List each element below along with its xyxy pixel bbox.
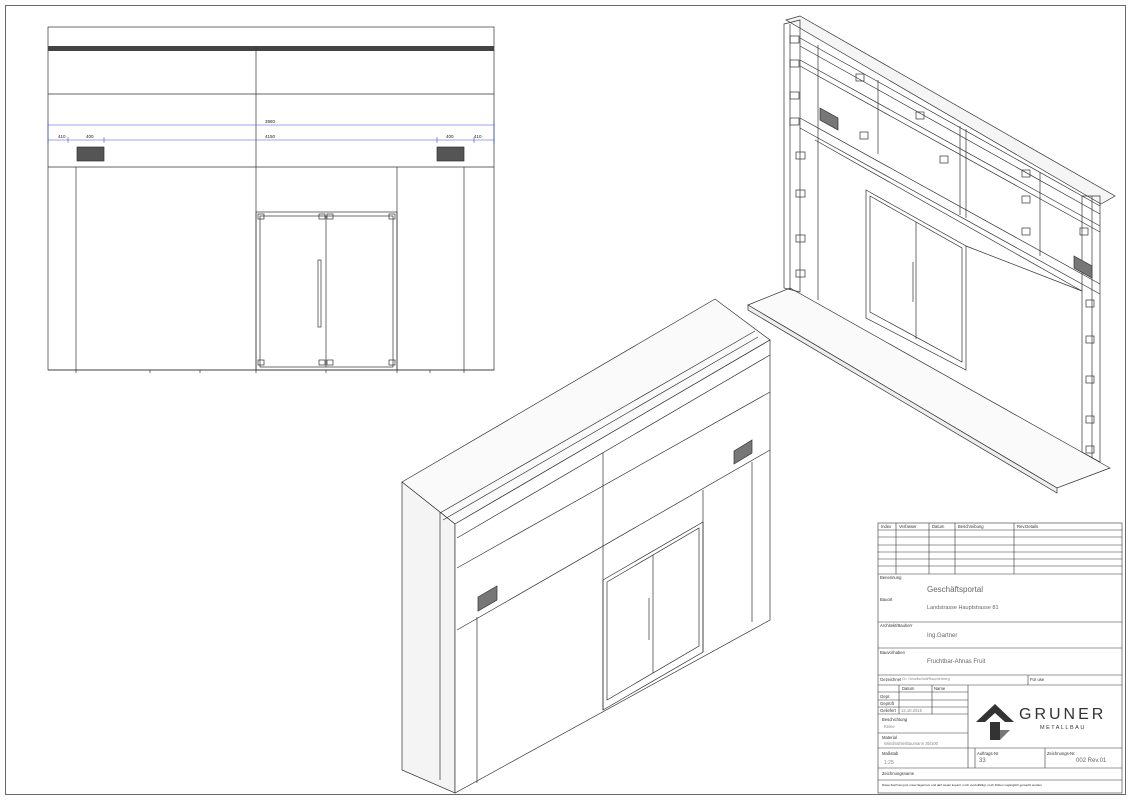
rev-header-date: Datum (932, 524, 945, 529)
zeichnungsname-label: Zeichnungsname (882, 771, 915, 776)
door-handle (317, 259, 322, 328)
title-block: Index Verfasser Datum Beschreibung Rev.D… (878, 523, 1122, 793)
zeichnung-value: 002 Rev.01 (1076, 758, 1107, 764)
datum-header: Datum (902, 686, 915, 691)
row-label-3: Geliefert (880, 708, 896, 713)
dim-right-b: 400 (446, 134, 454, 139)
material-label: Material (882, 735, 897, 740)
vent-grille-left (76, 146, 105, 162)
architekt-label: Architekt/Bauherr (880, 623, 913, 628)
isometric-back-view (747, 15, 1116, 494)
footer-note: Diese Zeichnung ist unser Eigentum und d… (882, 783, 1042, 787)
isometric-front-view (401, 298, 771, 794)
fuer-label: Für use (1030, 677, 1045, 682)
beschichtung-label: Beschichtung (882, 717, 908, 722)
front-elevation (47, 26, 495, 373)
drawing-sheet: 3980 410 400 4150 400 410 Index Verfasse… (0, 0, 1131, 800)
architekt-value: Ing.Gartner (927, 633, 958, 639)
logo-text: GRUNER (1019, 706, 1107, 723)
dim-left-a: 410 (58, 134, 66, 139)
back-vent-left (819, 107, 839, 131)
dimension-lines (47, 121, 495, 144)
zeichnung-label: Zeichnungs-Nr. (1047, 751, 1076, 756)
gezeichnet-value: Ch. Gesellschaft/Rauchenberg (902, 677, 950, 681)
rev-header-description: Beschreibung (958, 524, 984, 529)
rev-header-author: Verfasser (899, 524, 917, 529)
dim-left-b: 400 (86, 134, 94, 139)
elevation-door-frame (255, 211, 398, 371)
beschichtung-value: Keine (884, 724, 895, 729)
massstab-value: 1:25 (884, 760, 894, 766)
elevation-outline (47, 26, 495, 371)
name-header: Name (934, 686, 946, 691)
elevation-top-band (48, 46, 494, 51)
elevation-door-leaves (259, 215, 394, 368)
row-label-2: Geprüft (880, 701, 894, 706)
row-label-1: Gepr. (880, 694, 891, 699)
gezeichnet-label: Gezeichnet (880, 677, 902, 682)
logo-subtext: METALLBAU (1040, 725, 1086, 731)
rev-header-details: Rev.Details (1017, 524, 1039, 529)
auftrag-label: Auftrags-Nr (977, 751, 999, 756)
benennung-label: Benennung (880, 575, 902, 580)
dim-right-a: 410 (474, 134, 482, 139)
row-date: 12.10.2015 (901, 708, 922, 713)
rev-header-index: Index (881, 524, 892, 529)
bauort-value: Landstrasse Hauptstrasse 81 (927, 605, 999, 611)
auftrag-value: 33 (979, 758, 986, 764)
benennung-value: Geschäftsportal (927, 585, 984, 594)
bauvorhaben-value: Fruchtbar-Ahnas Fruit (927, 659, 986, 665)
bauort-label: Bauort (880, 597, 893, 602)
bauvorhaben-label: Bauvorhaben (880, 650, 905, 655)
dim-middle: 4150 (265, 134, 276, 139)
material-value: Windmühle/Baumann 35/100 (884, 741, 939, 746)
massstab-label: Maßstab (882, 751, 899, 756)
vent-grille-right (436, 146, 465, 162)
dim-total: 3980 (265, 119, 276, 124)
